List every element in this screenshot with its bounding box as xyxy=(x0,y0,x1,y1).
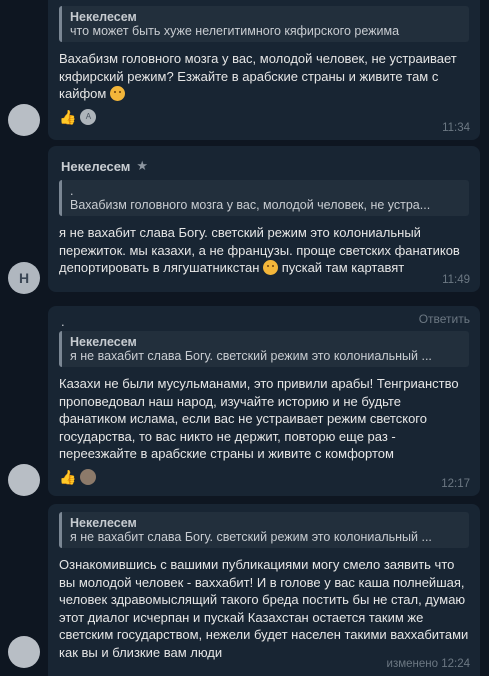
winking-face-icon xyxy=(109,86,125,101)
reply-quote[interactable]: Некелесем я не вахабит слава Богу. светс… xyxy=(59,512,469,548)
avatar[interactable]: Н xyxy=(8,262,40,294)
message-time: 11:49 xyxy=(442,274,470,286)
avatar[interactable] xyxy=(8,464,40,496)
reactions[interactable]: 👍 xyxy=(59,468,469,486)
message-2[interactable]: Некелесем ★ . Вахабизм головного мозга у… xyxy=(48,146,480,292)
message-time: 12:17 xyxy=(441,478,470,490)
reply-quote[interactable]: Некелесем что может быть хуже нелегитимн… xyxy=(59,6,469,42)
reactor-avatar xyxy=(80,468,97,485)
reactor-avatar: A xyxy=(80,108,97,125)
quote-text: Вахабизм головного мозга у вас, молодой … xyxy=(70,198,431,212)
thumbs-up-reaction[interactable]: 👍 xyxy=(59,469,76,486)
avatar[interactable] xyxy=(8,636,40,668)
quote-sender: Некелесем xyxy=(70,335,137,349)
message-text: Ознакомившись с вашими публикациями могу… xyxy=(59,557,469,660)
quote-text: что может быть хуже нелегитимного кяфирс… xyxy=(70,24,400,38)
winking-face-icon xyxy=(263,260,279,275)
reactions[interactable]: 👍 A xyxy=(59,108,469,126)
message-4[interactable]: Некелесем я не вахабит слава Богу. светс… xyxy=(48,504,480,676)
top-text: . xyxy=(61,314,65,329)
quote-text: я не вахабит слава Богу. светский режим … xyxy=(70,349,432,363)
message-text: я не вахабит слава Богу. светский режим … xyxy=(59,225,460,275)
message-time: изменено 12:24 xyxy=(386,658,470,670)
quote-text: я не вахабит слава Богу. светский режим … xyxy=(70,530,432,544)
quote-sender: Некелесем xyxy=(70,10,137,24)
reply-quote[interactable]: Некелесем я не вахабит слава Богу. светс… xyxy=(59,331,469,367)
avatar[interactable] xyxy=(8,104,40,136)
message-1[interactable]: Некелесем что может быть хуже нелегитимн… xyxy=(48,0,480,140)
reply-button[interactable]: Ответить xyxy=(419,312,470,326)
sender-name[interactable]: Некелесем ★ xyxy=(61,158,469,174)
thumbs-up-reaction[interactable]: 👍 xyxy=(59,109,76,126)
message-3[interactable]: Ответить . Некелесем я не вахабит слава … xyxy=(48,306,480,496)
star-icon: ★ xyxy=(136,158,149,173)
quote-line: . xyxy=(70,184,74,198)
message-text: Казахи не были мусульманами, это привили… xyxy=(59,376,459,461)
message-text: Вахабизм головного мозга у вас, молодой … xyxy=(59,51,457,101)
message-time: 11:34 xyxy=(442,122,470,134)
quote-sender: Некелесем xyxy=(70,516,137,530)
reply-quote[interactable]: . Вахабизм головного мозга у вас, молодо… xyxy=(59,180,469,216)
